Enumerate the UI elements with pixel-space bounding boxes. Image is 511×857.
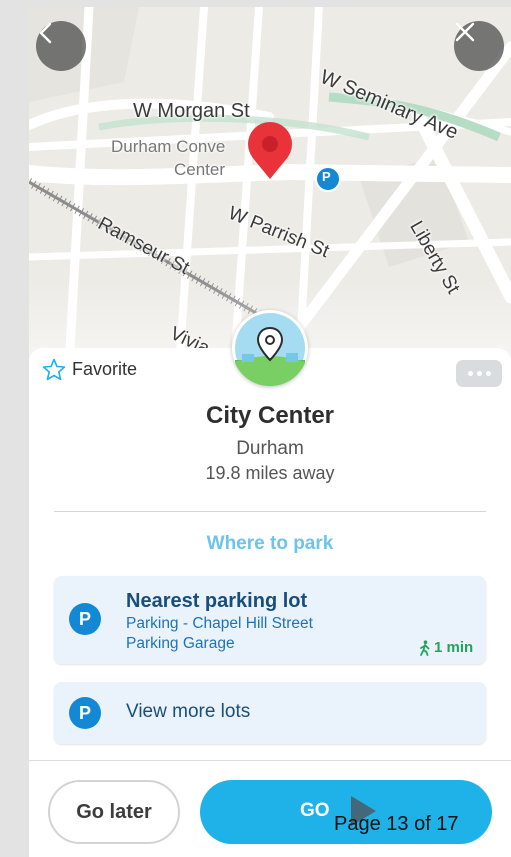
chevron-left-icon — [39, 22, 52, 44]
favorite-label: Favorite — [72, 359, 138, 379]
back-button[interactable] — [36, 21, 86, 71]
parking-icon: P — [69, 697, 101, 729]
lot-address: Parking - Chapel Hill Street Parking Gar… — [126, 614, 386, 654]
place-avatar — [232, 310, 308, 386]
go-label: GO — [300, 800, 330, 821]
parking-marker[interactable]: P — [322, 169, 331, 184]
place-name: City Center — [205, 402, 335, 429]
divider — [54, 511, 486, 512]
lot-address-line1: Parking - Chapel Hill Street — [126, 615, 313, 632]
view-more-lots[interactable]: P View more lots — [54, 682, 486, 744]
street-label-convention-2: Center — [174, 160, 226, 179]
street-label-convention-1: Durham Conve — [111, 137, 226, 156]
place-city: Durham — [236, 438, 304, 459]
view-more-lots-label: View more lots — [126, 701, 251, 722]
more-options-button[interactable] — [456, 360, 502, 387]
close-icon — [455, 22, 475, 42]
place-distance: 19.8 miles away — [205, 463, 335, 483]
nearest-parking-lot[interactable]: P Nearest parking lot Parking - Chapel H… — [54, 576, 486, 664]
walk-time: 1 min — [418, 639, 473, 656]
favorite-button[interactable]: Favorite — [42, 358, 137, 381]
lot-address-line2: Parking Garage — [126, 635, 235, 652]
location-landscape-icon — [235, 313, 305, 386]
app-screen: W Morgan St W Seminary Ave Durham Conve … — [29, 7, 511, 857]
street-label-w-morgan: W Morgan St — [133, 100, 250, 122]
parking-icon: P — [69, 603, 101, 635]
close-button[interactable] — [454, 21, 504, 71]
walk-time-label: 1 min — [434, 639, 474, 656]
lot-title: Nearest parking lot — [126, 590, 308, 612]
bottom-divider — [29, 760, 511, 761]
walking-person-icon — [420, 639, 430, 656]
star-outline-icon — [42, 358, 66, 381]
page-indicator: Page 13 of 17 — [334, 813, 459, 835]
more-dots-icon — [467, 371, 473, 376]
where-to-park-heading: Where to park — [206, 533, 334, 554]
go-later-button[interactable]: Go later — [48, 780, 180, 844]
